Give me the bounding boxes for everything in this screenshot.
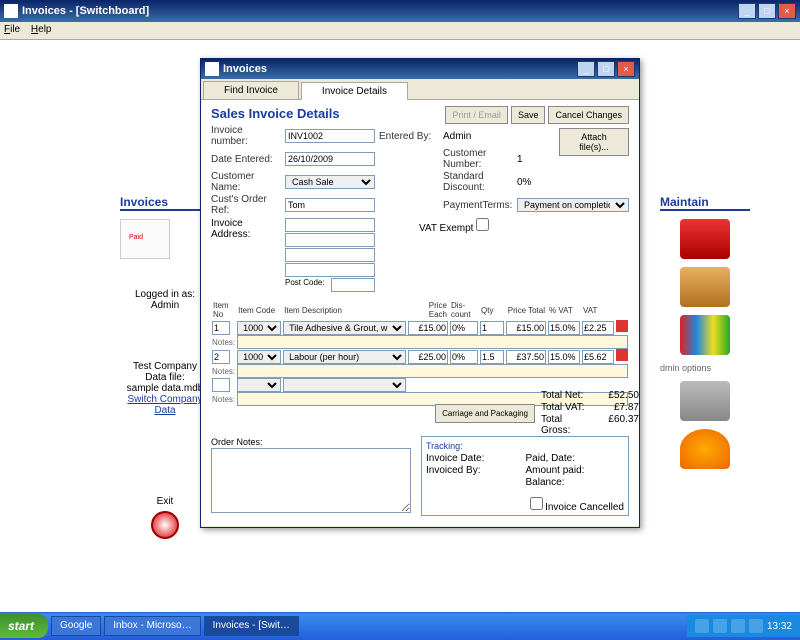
- maintain-icon-3[interactable]: [680, 315, 730, 355]
- dialog-tabs: Find Invoice Invoice Details: [201, 79, 639, 100]
- menubar: File Help: [0, 22, 800, 40]
- cust-name-select[interactable]: Cash Sale: [285, 175, 375, 189]
- start-button[interactable]: start: [0, 614, 48, 638]
- item-qty[interactable]: [480, 321, 504, 335]
- sb-right-panel: Maintain dmin options: [660, 195, 750, 477]
- tray-icon[interactable]: [695, 619, 709, 633]
- admin-label: dmin options: [660, 363, 750, 373]
- delete-row-icon[interactable]: [616, 349, 628, 361]
- switch-company-link[interactable]: Switch Company Data: [120, 394, 210, 416]
- taskbar: start Google Inbox - Microso… Invoices -…: [0, 612, 800, 640]
- cancel-changes-button[interactable]: Cancel Changes: [548, 106, 629, 124]
- delete-row-icon[interactable]: [616, 320, 628, 332]
- sb-left-panel: Invoices Logged in as: Admin Test Compan…: [120, 195, 210, 543]
- addr-label: Invoice Address:: [211, 218, 281, 240]
- task-item[interactable]: Google: [51, 616, 101, 636]
- item-code[interactable]: 100002: [237, 321, 281, 335]
- terms-label: PaymentTerms:: [443, 200, 513, 211]
- dialog-body: Sales Invoice Details Print / Email Save…: [201, 100, 639, 526]
- addr-line2[interactable]: [285, 233, 375, 247]
- menu-help[interactable]: Help: [31, 24, 52, 35]
- item-notes[interactable]: [237, 335, 628, 349]
- order-ref-input[interactable]: [285, 198, 375, 212]
- discount-label: Standard Discount:: [443, 171, 513, 193]
- tab-invoice-details[interactable]: Invoice Details: [301, 82, 408, 100]
- carriage-button[interactable]: Carriage and Packaging: [435, 404, 535, 423]
- tab-find-invoice[interactable]: Find Invoice: [203, 81, 299, 99]
- clock: 13:32: [767, 621, 792, 632]
- totals-section: Carriage and Packaging Total Net:£52.50 …: [435, 390, 639, 436]
- dialog-minimize-button[interactable]: _: [577, 61, 595, 77]
- maintain-heading: Maintain: [660, 195, 750, 211]
- maximize-button[interactable]: □: [758, 3, 776, 19]
- order-notes-section: Order Notes:: [211, 437, 411, 516]
- company-info: Test Company Data file: sample data.mdb …: [120, 361, 210, 416]
- admin-chair-icon[interactable]: [680, 429, 730, 469]
- maintain-icon-1[interactable]: [680, 219, 730, 259]
- dialog-title: Invoices: [223, 63, 577, 75]
- invoice-no-label: Invoice number:: [211, 125, 281, 147]
- tray-icon[interactable]: [749, 619, 763, 633]
- app-icon: [4, 4, 18, 18]
- app-titlebar: Invoices - [Switchboard] _ □ ×: [0, 0, 800, 22]
- invoice-cancelled-checkbox[interactable]: [530, 497, 543, 510]
- item-vatp: [548, 321, 580, 335]
- logged-in: Logged in as: Admin: [120, 289, 210, 311]
- item-vat: [582, 321, 614, 335]
- item-row: 100002 Tile Adhesive & Grout, white: [211, 320, 629, 335]
- discount-value: 0%: [517, 177, 577, 188]
- minimize-button[interactable]: _: [738, 3, 756, 19]
- attach-files-button[interactable]: Attach file(s)...: [559, 128, 629, 156]
- exit-button[interactable]: [151, 511, 179, 539]
- cust-no-label: Customer Number:: [443, 148, 513, 170]
- invoice-thumb-icon: [120, 219, 170, 259]
- invoices-dialog: Invoices _ □ × Find Invoice Invoice Deta…: [200, 58, 640, 528]
- item-disc[interactable]: [450, 321, 478, 335]
- total-vat: £7.87: [599, 402, 639, 413]
- order-notes-input[interactable]: [211, 448, 411, 513]
- print-email-button[interactable]: Print / Email: [445, 106, 508, 124]
- app-title: Invoices - [Switchboard]: [22, 5, 738, 17]
- item-price[interactable]: [408, 321, 448, 335]
- dialog-close-button[interactable]: ×: [617, 61, 635, 77]
- date-label: Date Entered:: [211, 154, 281, 165]
- addr-line4[interactable]: [285, 263, 375, 277]
- close-button[interactable]: ×: [778, 3, 796, 19]
- dialog-maximize-button[interactable]: □: [597, 61, 615, 77]
- addr-line1[interactable]: [285, 218, 375, 232]
- total-gross: £60.37: [599, 414, 639, 436]
- date-input[interactable]: [285, 152, 375, 166]
- tracking-panel: Tracking: Invoice Date: Paid, Date: Invo…: [421, 436, 629, 516]
- task-item[interactable]: Inbox - Microso…: [104, 616, 200, 636]
- cust-name-label: Customer Name:: [211, 171, 281, 193]
- entered-by-label: Entered By:: [379, 131, 439, 142]
- menu-file[interactable]: File: [4, 24, 20, 35]
- item-row: 100003 Labour (per hour): [211, 349, 629, 364]
- vat-exempt-label: VAT Exempt: [419, 223, 473, 234]
- tray-icon[interactable]: [713, 619, 727, 633]
- maintain-icon-2[interactable]: [680, 267, 730, 307]
- vat-exempt-checkbox[interactable]: [476, 218, 489, 231]
- invoices-heading: Invoices: [120, 195, 210, 211]
- dialog-icon: [205, 62, 219, 76]
- order-ref-label: Cust's Order Ref:: [211, 194, 281, 216]
- exit-section: Exit: [120, 496, 210, 539]
- dialog-titlebar[interactable]: Invoices _ □ ×: [201, 59, 639, 79]
- system-tray: 13:32: [687, 615, 800, 637]
- item-notes[interactable]: [237, 364, 628, 378]
- item-no[interactable]: [212, 321, 230, 335]
- terms-select[interactable]: Payment on completion: [517, 198, 629, 212]
- task-item[interactable]: Invoices - [Swit…: [204, 616, 299, 636]
- item-total: [506, 321, 546, 335]
- total-net: £52.50: [599, 390, 639, 401]
- invoice-no-input[interactable]: [285, 129, 375, 143]
- admin-tools-icon[interactable]: [680, 381, 730, 421]
- tray-icon[interactable]: [731, 619, 745, 633]
- postcode-input[interactable]: [331, 278, 375, 292]
- entered-by-value: Admin: [443, 131, 513, 142]
- item-desc[interactable]: Tile Adhesive & Grout, white: [283, 321, 406, 335]
- save-button[interactable]: Save: [511, 106, 546, 124]
- watermark: Brothersoft: [660, 582, 788, 608]
- addr-line3[interactable]: [285, 248, 375, 262]
